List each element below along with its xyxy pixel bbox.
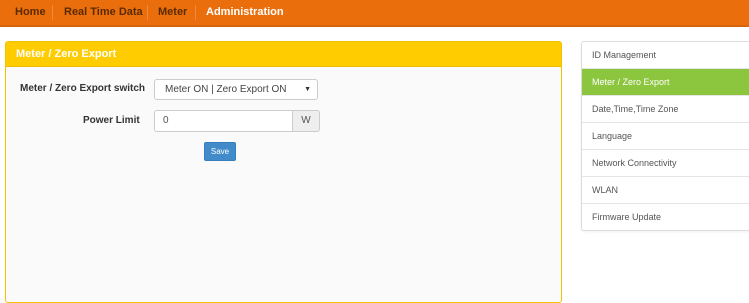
- sidebar-item-firmware-update[interactable]: Firmware Update: [582, 204, 749, 230]
- panel-title: Meter / Zero Export: [6, 42, 561, 67]
- sidebar-item-date-time-zone[interactable]: Date,Time,Time Zone: [582, 96, 749, 123]
- power-limit-group: 0 W: [154, 110, 320, 132]
- nav-divider: [52, 5, 53, 20]
- nav-item-meter[interactable]: Meter: [158, 0, 187, 25]
- sidebar-item-wlan[interactable]: WLAN: [582, 177, 749, 204]
- nav-item-real-time-data[interactable]: Real Time Data: [64, 0, 143, 25]
- admin-sidebar: ID Management Meter / Zero Export Date,T…: [581, 41, 749, 231]
- nav-divider: [147, 5, 148, 20]
- sidebar-item-meter-zero-export[interactable]: Meter / Zero Export: [582, 69, 749, 96]
- meter-zero-export-select[interactable]: Meter ON | Zero Export ON ▼: [154, 79, 318, 100]
- sidebar-item-language[interactable]: Language: [582, 123, 749, 150]
- caret-down-icon: ▼: [304, 86, 311, 93]
- top-navigation: Home Real Time Data Meter Administration: [0, 0, 749, 27]
- nav-item-administration[interactable]: Administration: [206, 0, 284, 25]
- sidebar-item-network-connectivity[interactable]: Network Connectivity: [582, 150, 749, 177]
- meter-zero-export-panel: Meter / Zero Export Meter / Zero Export …: [5, 41, 562, 303]
- nav-item-home[interactable]: Home: [15, 0, 46, 25]
- sidebar-item-id-management[interactable]: ID Management: [582, 42, 749, 69]
- power-limit-unit: W: [292, 110, 320, 132]
- nav-divider: [195, 5, 196, 20]
- switch-label: Meter / Zero Export switch: [20, 83, 146, 94]
- save-button[interactable]: Save: [204, 142, 236, 161]
- power-limit-input[interactable]: 0: [154, 110, 292, 132]
- select-value: Meter ON | Zero Export ON: [165, 84, 287, 95]
- power-limit-label: Power Limit: [83, 115, 140, 126]
